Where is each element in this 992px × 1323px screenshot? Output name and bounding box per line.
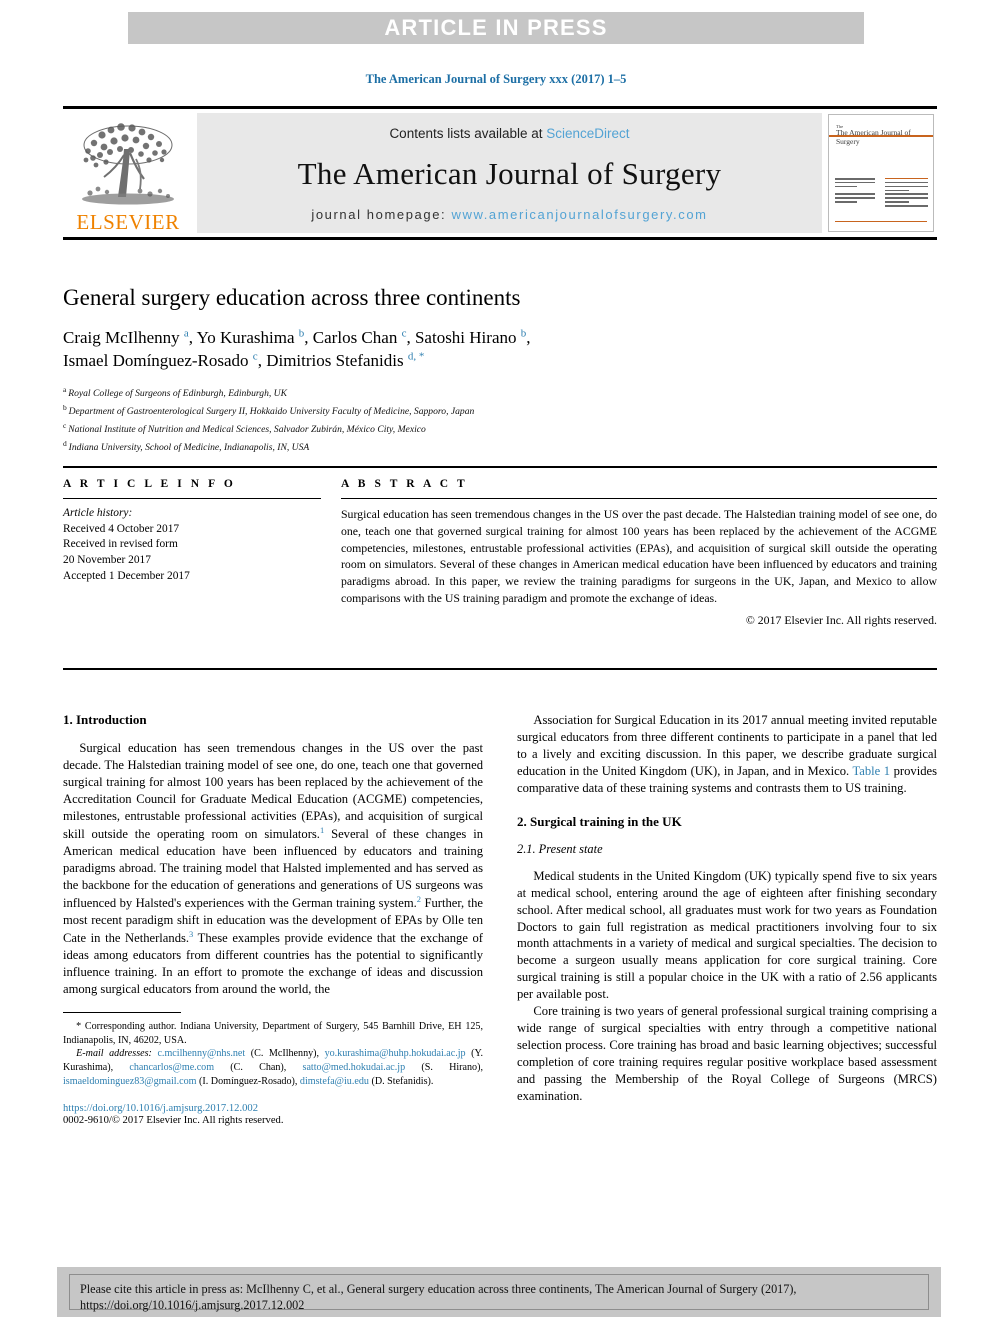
journal-cover-thumbnail: The The American Journal of Surgery [828, 114, 934, 232]
author-separator: , [188, 327, 197, 347]
doi-link[interactable]: https://doi.org/10.1016/j.amjsurg.2017.1… [63, 1103, 483, 1114]
author-name: Yo Kurashima [196, 327, 299, 347]
running-head: The American Journal of Surgery xxx (201… [365, 72, 627, 86]
affiliation-text: Department of Gastroenterological Surger… [68, 405, 475, 417]
corresponding-author-note: * Corresponding author. Indiana Universi… [63, 1020, 483, 1048]
author-name: Carlos Chan [312, 327, 402, 347]
title-block: General surgery education across three c… [63, 284, 763, 456]
corresponding-author-text: Corresponding author. Indiana University… [63, 1020, 483, 1046]
author-name: Dimitrios Stefanidis [266, 351, 408, 371]
abstract-divider [341, 498, 937, 499]
email-owner: (C. Chan), [214, 1062, 303, 1074]
body-columns: 1. Introduction Surgical education has s… [63, 712, 937, 1252]
uk-present-state-paragraph-1: Medical students in the United Kingdom (… [517, 868, 937, 1002]
homepage-url-link[interactable]: www.americanjournalofsurgery.com [451, 207, 707, 222]
info-section-top-rule [63, 466, 937, 468]
email-addresses-label: E-mail addresses: [76, 1048, 152, 1060]
author-separator: , [304, 327, 313, 347]
cover-accent-band [829, 135, 933, 137]
info-abstract-row: A R T I C L E I N F O Article history: R… [63, 478, 937, 628]
uk-present-state-paragraph-2: Core training is two years of general pr… [517, 1004, 937, 1103]
article-info-heading: A R T I C L E I N F O [63, 478, 236, 490]
author-separator: , [526, 327, 531, 347]
email-link[interactable]: chancarlos@me.com [129, 1062, 214, 1073]
article-info-column: A R T I C L E I N F O Article history: R… [63, 478, 321, 628]
intro-continuation-paragraph: Association for Surgical Education in it… [517, 712, 937, 797]
author-affiliation-marker[interactable]: d, * [408, 350, 425, 362]
body-column-right: Association for Surgical Education in it… [517, 712, 937, 1252]
email-owner: (C. McIlhenny), [245, 1048, 325, 1060]
email-link[interactable]: c.mcilhenny@nhs.net [157, 1048, 245, 1059]
sciencedirect-link[interactable]: ScienceDirect [546, 126, 629, 141]
abstract-column: A B S T R A C T Surgical education has s… [321, 478, 937, 628]
doi-block: https://doi.org/10.1016/j.amjsurg.2017.1… [63, 1103, 483, 1126]
elsevier-logo: ELSEVIER [63, 109, 193, 237]
article-history-item: Received in revised form [63, 538, 178, 551]
author-name: Ismael Domínguez-Rosado [63, 351, 253, 371]
issn-copyright-line: 0002-9610/© 2017 Elsevier Inc. All right… [63, 1115, 284, 1127]
cite-this-article-text: Please cite this article in press as: Mc… [69, 1274, 929, 1313]
homepage-label: journal homepage: [311, 207, 452, 222]
cite-this-article-box: Please cite this article in press as: Mc… [57, 1267, 941, 1317]
elsevier-wordmark: ELSEVIER [76, 210, 180, 234]
cover-thumbnail-title-main: The American Journal of Surgery [836, 128, 911, 146]
affiliation-text: Royal College of Surgeons of Edinburgh, … [68, 387, 287, 399]
author-separator: , [257, 351, 267, 371]
article-in-press-banner: ARTICLE IN PRESS [128, 12, 864, 44]
affiliation-item: c National Institute of Nutrition and Me… [63, 420, 763, 438]
abstract-copyright: © 2017 Elsevier Inc. All rights reserved… [745, 612, 937, 627]
footnote-separator-rule [63, 1011, 181, 1013]
cover-text-lines-left [835, 177, 875, 205]
author-list: Craig McIlhenny a, Yo Kurashima b, Carlo… [63, 326, 763, 373]
affiliation-text: Indiana University, School of Medicine, … [68, 441, 310, 453]
journal-masthead: ELSEVIER Contents lists available at Sci… [63, 106, 937, 240]
email-owner: (I. Domínguez-Rosado), [196, 1076, 300, 1088]
article-history-item: Received 4 October 2017 [63, 522, 180, 535]
affiliation-list: a Royal College of Surgeons of Edinburgh… [63, 384, 763, 456]
table-1-link[interactable]: Table 1 [852, 764, 890, 778]
affiliation-text: National Institute of Nutrition and Medi… [68, 423, 426, 435]
email-link[interactable]: dimstefa@iu.edu [300, 1076, 369, 1087]
author-name: Satoshi Hirano [414, 327, 521, 347]
cover-footer-rule [835, 221, 927, 227]
affiliation-item: a Royal College of Surgeons of Edinburgh… [63, 384, 763, 402]
body-column-left: 1. Introduction Surgical education has s… [63, 712, 483, 1252]
subsection-heading-present-state: 2.1. Present state [517, 841, 603, 856]
cover-text-lines-right [885, 177, 928, 209]
elsevier-tree-icon [82, 123, 174, 205]
abstract-heading: A B S T R A C T [341, 478, 468, 490]
intro-paragraph: Surgical education has seen tremendous c… [63, 740, 483, 998]
cite-line-1: Please cite this article in press as: Mc… [80, 1282, 797, 1296]
affiliation-item: d Indiana University, School of Medicine… [63, 438, 763, 456]
journal-title: The American Journal of Surgery [297, 156, 722, 191]
author-separator: , [406, 327, 415, 347]
info-section-bottom-rule [63, 668, 937, 670]
email-owner: (D. Stefanidis). [368, 1076, 434, 1088]
email-addresses-note: E-mail addresses: c.mcilhenny@nhs.net (C… [63, 1047, 483, 1089]
email-link[interactable]: satto@med.hokudai.ac.jp [303, 1062, 406, 1073]
email-link[interactable]: yo.kurashima@huhp.hokudai.ac.jp [325, 1048, 466, 1059]
contents-available-line: Contents lists available at ScienceDirec… [389, 126, 629, 141]
cite-line-2: https://doi.org/10.1016/j.amjsurg.2017.1… [80, 1298, 305, 1313]
journal-homepage-line: journal homepage: www.americanjournalofs… [311, 207, 707, 222]
email-owner: (S. Hirano), [405, 1062, 483, 1074]
abstract-text: Surgical education has seen tremendous c… [341, 507, 937, 605]
email-link[interactable]: ismaeldominguez83@gmail.com [63, 1076, 196, 1087]
contents-prefix: Contents lists available at [389, 126, 547, 141]
author-name: Craig McIlhenny [63, 327, 184, 347]
article-history-item: Accepted 1 December 2017 [63, 569, 190, 582]
page-title: General surgery education across three c… [63, 285, 521, 310]
section-heading-introduction: 1. Introduction [63, 712, 147, 727]
article-history-item: 20 November 2017 [63, 554, 151, 567]
affiliation-item: b Department of Gastroenterological Surg… [63, 402, 763, 420]
article-history-label: Article history: [63, 507, 133, 519]
section-heading-uk-training: 2. Surgical training in the UK [517, 813, 682, 829]
masthead-center-panel: Contents lists available at ScienceDirec… [197, 113, 822, 233]
article-info-divider [63, 498, 321, 499]
article-in-press-label: ARTICLE IN PRESS [384, 15, 608, 40]
